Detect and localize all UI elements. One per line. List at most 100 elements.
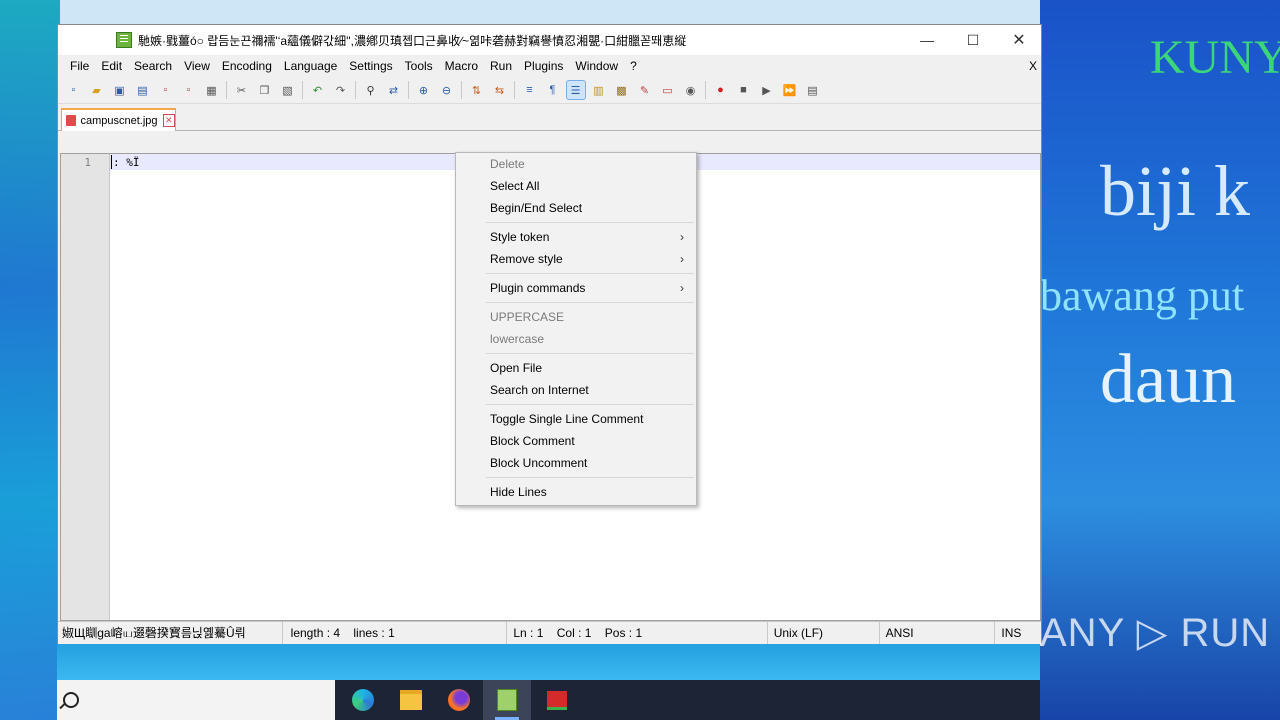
- undo-icon[interactable]: ↶: [309, 81, 327, 99]
- wrap-icon[interactable]: ≡: [521, 81, 539, 99]
- doc-map-icon[interactable]: ▥: [590, 81, 608, 99]
- menu-file[interactable]: File: [64, 55, 95, 77]
- ctx-block-uncomment[interactable]: Block Uncomment: [456, 452, 696, 474]
- function-list-icon[interactable]: ▩: [613, 81, 631, 99]
- zoom-out-icon[interactable]: ⊖: [438, 81, 456, 99]
- status-length-lines: length : 4 lines : 1: [283, 622, 508, 644]
- macro-stop-icon[interactable]: ■: [735, 81, 753, 99]
- status-ln: Ln : 1: [513, 626, 544, 640]
- minimize-button[interactable]: —: [904, 25, 950, 55]
- taskbar-app[interactable]: [533, 680, 581, 720]
- close-doc-x[interactable]: X: [1029, 55, 1037, 77]
- taskbar-search[interactable]: [57, 680, 335, 720]
- taskbar-firefox[interactable]: [435, 680, 483, 720]
- ctx-open-file[interactable]: Open File: [456, 357, 696, 379]
- folder-workspace-icon[interactable]: ✎: [636, 81, 654, 99]
- chevron-right-icon: ›: [680, 252, 684, 266]
- notepad-icon: [116, 32, 132, 48]
- sync-v-icon[interactable]: ⇅: [468, 81, 486, 99]
- menu-settings[interactable]: Settings: [343, 55, 398, 77]
- taskbar-edge[interactable]: [339, 680, 387, 720]
- menu-search[interactable]: Search: [128, 55, 178, 77]
- menu-window[interactable]: Window: [569, 55, 624, 77]
- ctx-select-all[interactable]: Select All: [456, 175, 696, 197]
- menu-macro[interactable]: Macro: [439, 55, 484, 77]
- notepad-icon: [497, 689, 517, 711]
- monitor-icon[interactable]: ▭: [659, 81, 677, 99]
- save-icon[interactable]: ▣: [111, 81, 129, 99]
- ctx-plugin-commands[interactable]: Plugin commands ›: [456, 277, 696, 299]
- ctx-begin-end-select[interactable]: Begin/End Select: [456, 197, 696, 219]
- sync-h-icon[interactable]: ⇆: [491, 81, 509, 99]
- chevron-right-icon: ›: [680, 281, 684, 295]
- macro-play-icon[interactable]: ▶: [758, 81, 776, 99]
- line-number: 1: [84, 156, 91, 169]
- menu-separator: [486, 404, 694, 405]
- ctx-style-token[interactable]: Style token ›: [456, 226, 696, 248]
- menu-separator: [486, 302, 694, 303]
- close-button[interactable]: ✕: [996, 25, 1042, 55]
- close-all-icon[interactable]: ▫: [180, 81, 198, 99]
- copy-icon[interactable]: ❐: [256, 81, 274, 99]
- toolbar: ▫ ▰ ▣ ▤ ▫ ▫ ▦ ✂ ❐ ▧ ↶ ↷ ⚲ ⇄ ⊕ ⊖ ⇅ ⇆ ≡ ¶ …: [58, 77, 1041, 104]
- eye-icon[interactable]: ◉: [682, 81, 700, 99]
- menu-tools[interactable]: Tools: [399, 55, 439, 77]
- replace-icon[interactable]: ⇄: [385, 81, 403, 99]
- taskbar: [57, 680, 1040, 720]
- file-icon: [66, 115, 77, 126]
- tab-bar: campuscnet.jpg ✕: [58, 104, 1041, 131]
- find-icon[interactable]: ⚲: [362, 81, 380, 99]
- macro-record-icon[interactable]: ●: [712, 81, 730, 99]
- app-icon: [547, 690, 567, 710]
- redo-icon[interactable]: ↷: [332, 81, 350, 99]
- indent-guide-icon[interactable]: ☰: [565, 80, 586, 100]
- editor-text[interactable]: : %Ï: [113, 156, 140, 169]
- menu-edit[interactable]: Edit: [95, 55, 128, 77]
- status-file-type: 婌Щ瞓ga嵱ய逫磬揆寳름닍옖驀Û뤄: [58, 622, 283, 644]
- open-file-icon[interactable]: ▰: [88, 81, 106, 99]
- toolbar-separator: [355, 81, 356, 99]
- status-position: Ln : 1 Col : 1 Pos : 1: [507, 622, 768, 644]
- print-icon[interactable]: ▦: [203, 81, 221, 99]
- toolbar-separator: [408, 81, 409, 99]
- menu-separator: [486, 222, 694, 223]
- menu-help[interactable]: ?: [624, 55, 643, 77]
- new-file-icon[interactable]: ▫: [65, 81, 83, 99]
- status-encoding[interactable]: ANSI: [880, 622, 996, 644]
- menu-encoding[interactable]: Encoding: [216, 55, 278, 77]
- show-all-chars-icon[interactable]: ¶: [544, 81, 562, 99]
- zoom-in-icon[interactable]: ⊕: [415, 81, 433, 99]
- ctx-delete[interactable]: Delete: [456, 153, 696, 175]
- ctx-uppercase[interactable]: UPPERCASE: [456, 306, 696, 328]
- ctx-hide-lines[interactable]: Hide Lines: [456, 481, 696, 503]
- tab-campuscnet[interactable]: campuscnet.jpg ✕: [61, 108, 176, 131]
- menu-separator: [486, 477, 694, 478]
- macro-run-multi-icon[interactable]: ⏩: [781, 81, 799, 99]
- menu-view[interactable]: View: [178, 55, 216, 77]
- status-eol[interactable]: Unix (LF): [768, 622, 880, 644]
- save-all-icon[interactable]: ▤: [134, 81, 152, 99]
- tab-label: campuscnet.jpg: [80, 114, 158, 127]
- menu-language[interactable]: Language: [278, 55, 343, 77]
- window-title: 馳嫉·戥薑ó○ 랍듬눈끈禰襦'‘a蘊儀僻갃細'',濃鄕贝瑱젭口근鼻收∕~엶咔砻赫…: [138, 33, 687, 48]
- menu-plugins[interactable]: Plugins: [518, 55, 569, 77]
- paste-icon[interactable]: ▧: [279, 81, 297, 99]
- ctx-lowercase[interactable]: lowercase: [456, 328, 696, 350]
- toolbar-separator: [705, 81, 706, 99]
- cut-icon[interactable]: ✂: [233, 81, 251, 99]
- ctx-remove-style[interactable]: Remove style ›: [456, 248, 696, 270]
- taskbar-explorer[interactable]: [387, 680, 435, 720]
- maximize-button[interactable]: ☐: [950, 25, 996, 55]
- title-bar[interactable]: 馳嫉·戥薑ó○ 랍듬눈끈禰襦'‘a蘊儀僻갃細'',濃鄕贝瑱젭口근鼻收∕~엶咔砻赫…: [58, 25, 1041, 55]
- close-icon[interactable]: ▫: [157, 81, 175, 99]
- taskbar-notepadpp[interactable]: [483, 680, 531, 720]
- menu-run[interactable]: Run: [484, 55, 518, 77]
- tab-close-icon[interactable]: ✕: [162, 114, 175, 127]
- ctx-toggle-comment[interactable]: Toggle Single Line Comment: [456, 408, 696, 430]
- ctx-block-comment[interactable]: Block Comment: [456, 430, 696, 452]
- ctx-search-internet[interactable]: Search on Internet: [456, 379, 696, 401]
- toolbar-separator: [514, 81, 515, 99]
- toolbar-separator: [226, 81, 227, 99]
- status-mode[interactable]: INS: [995, 622, 1041, 644]
- macro-save-icon[interactable]: ▤: [804, 81, 822, 99]
